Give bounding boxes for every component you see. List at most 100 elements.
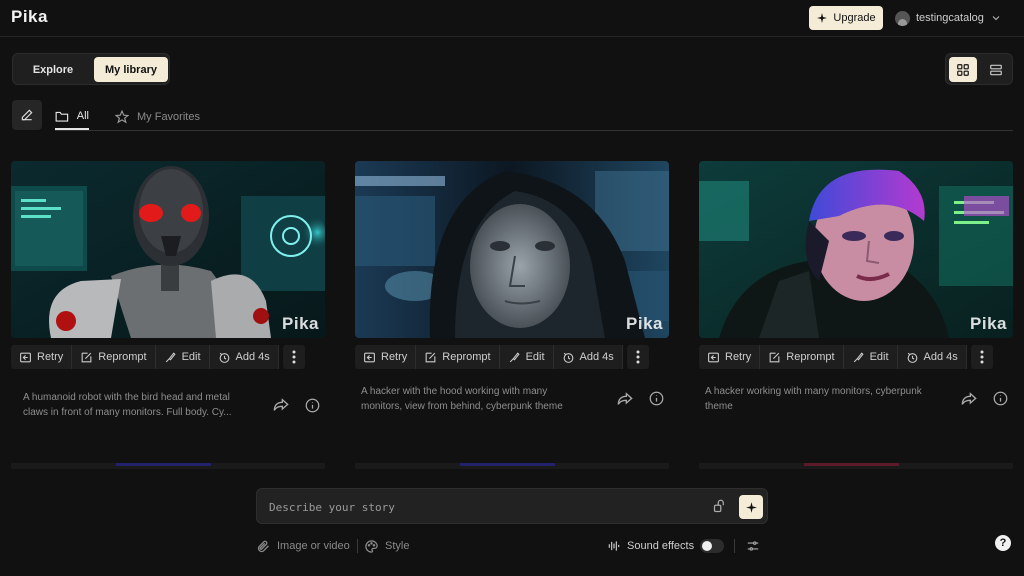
style-button[interactable]: Style	[357, 536, 409, 556]
video-thumbnail[interactable]: Pika	[699, 161, 1013, 338]
upgrade-button[interactable]: Upgrade	[809, 6, 883, 30]
video-thumbnail[interactable]: Pika	[355, 161, 669, 338]
list-icon	[990, 64, 1002, 75]
retry-label: Retry	[37, 351, 64, 363]
info-icon[interactable]	[305, 398, 320, 413]
reprompt-button[interactable]: Reprompt	[416, 345, 500, 369]
image-or-video-button[interactable]: Image or video	[256, 536, 350, 556]
tab-favorites-label: My Favorites	[137, 111, 200, 123]
divider	[357, 539, 358, 553]
my-library-tab[interactable]: My library	[94, 57, 168, 82]
grid-icon	[957, 63, 969, 76]
tab-all-label: All	[76, 110, 89, 122]
more-options-button[interactable]	[282, 345, 305, 369]
view-toggle	[945, 53, 1013, 85]
generate-button[interactable]	[739, 495, 763, 519]
retry-icon	[20, 352, 31, 362]
retry-button[interactable]: Retry	[355, 345, 417, 369]
image-or-video-label: Image or video	[277, 540, 350, 552]
card-description: A hacker with the hood working with many…	[361, 386, 563, 412]
next-row-card-preview	[355, 463, 669, 469]
edit-button[interactable]: Edit	[155, 345, 210, 369]
card-description: A hacker working with many monitors, cyb…	[705, 386, 922, 412]
video-thumbnail[interactable]: Pika	[11, 161, 325, 338]
clock-add-icon	[563, 352, 573, 363]
edit-label: Edit	[525, 351, 545, 363]
more-vertical-icon	[980, 350, 984, 364]
tab-favorites[interactable]: My Favorites	[115, 104, 200, 130]
card-description: A humanoid robot with the bird head and …	[23, 392, 232, 418]
prompt-bar	[256, 488, 768, 524]
add-time-label: Add 4s	[235, 351, 270, 363]
clock-add-icon	[219, 352, 229, 363]
video-card: Pika Retry Reprompt Edit Add 4s A humano…	[11, 161, 325, 418]
divider	[734, 539, 736, 553]
sound-effects-toggle[interactable]: Sound effects	[607, 536, 736, 556]
cyberpunk-hacker-thumbnail-image	[699, 161, 1013, 338]
sound-wave-icon	[608, 541, 620, 551]
paperclip-icon	[257, 540, 269, 552]
pencil-icon	[21, 109, 33, 121]
sound-effects-switch[interactable]	[700, 539, 725, 553]
list-view-button[interactable]	[982, 57, 1010, 82]
more-vertical-icon	[636, 350, 640, 364]
retry-icon	[364, 352, 375, 362]
retry-button[interactable]: Retry	[699, 345, 761, 369]
retry-button[interactable]: Retry	[11, 345, 73, 369]
pika-logo[interactable]: Pika	[11, 7, 48, 27]
sound-effects-label: Sound effects	[627, 540, 695, 552]
sparkle-icon	[745, 501, 757, 513]
add-time-button[interactable]: Add 4s	[897, 345, 967, 369]
edit-square-icon	[769, 352, 780, 362]
user-menu[interactable]: testingcatalog	[895, 9, 1002, 27]
more-options-button[interactable]	[970, 345, 993, 369]
help-button[interactable]: ?	[995, 535, 1011, 551]
card-actions: Retry Reprompt Edit Add 4s	[355, 345, 669, 369]
more-options-button[interactable]	[626, 345, 649, 369]
next-row-card-preview	[11, 463, 325, 469]
info-icon[interactable]	[649, 391, 664, 406]
card-actions: Retry Reprompt Edit Add 4s	[699, 345, 1013, 369]
add-time-label: Add 4s	[923, 351, 958, 363]
add-time-button[interactable]: Add 4s	[209, 345, 279, 369]
add-time-button[interactable]: Add 4s	[553, 345, 623, 369]
top-bar: Pika Upgrade testingcatalog	[0, 0, 1024, 37]
edit-button[interactable]: Edit	[499, 345, 554, 369]
hacker-hood-thumbnail-image	[355, 161, 669, 338]
palette-icon	[365, 539, 378, 553]
folder-icon	[55, 111, 69, 122]
explore-tab[interactable]: Explore	[17, 57, 89, 82]
brush-icon	[509, 351, 520, 362]
style-label: Style	[385, 540, 410, 552]
brush-icon	[853, 351, 864, 362]
edit-button[interactable]: Edit	[843, 345, 898, 369]
pika-watermark: Pika	[970, 314, 1007, 333]
video-card: Pika Retry Reprompt Edit Add 4s A hacker…	[699, 161, 1013, 412]
pika-watermark: Pika	[282, 314, 319, 333]
share-icon[interactable]	[617, 392, 633, 406]
retry-label: Retry	[381, 351, 408, 363]
retry-label: Retry	[725, 351, 752, 363]
upgrade-label: Upgrade	[833, 12, 876, 24]
next-row-card-preview	[699, 463, 1013, 469]
share-icon[interactable]	[273, 398, 289, 412]
grid-view-button[interactable]	[949, 57, 977, 82]
username: testingcatalog	[916, 12, 984, 24]
copy-link-icon[interactable]	[712, 499, 727, 514]
section-toggle: Explore My library	[12, 53, 170, 85]
info-icon[interactable]	[993, 391, 1008, 406]
story-prompt-input[interactable]	[269, 498, 689, 516]
robot-thumbnail-image	[11, 161, 325, 338]
next-row-thumbnail-edge	[804, 463, 899, 466]
pika-watermark: Pika	[626, 314, 663, 333]
edit-square-icon	[81, 352, 92, 362]
share-icon[interactable]	[961, 392, 977, 406]
edit-library-button[interactable]	[12, 100, 42, 130]
tab-all[interactable]: All	[55, 104, 89, 130]
reprompt-label: Reprompt	[98, 351, 147, 363]
settings-button[interactable]	[746, 536, 760, 556]
reprompt-label: Reprompt	[442, 351, 491, 363]
reprompt-button[interactable]: Reprompt	[72, 345, 156, 369]
reprompt-button[interactable]: Reprompt	[760, 345, 844, 369]
add-time-label: Add 4s	[579, 351, 614, 363]
